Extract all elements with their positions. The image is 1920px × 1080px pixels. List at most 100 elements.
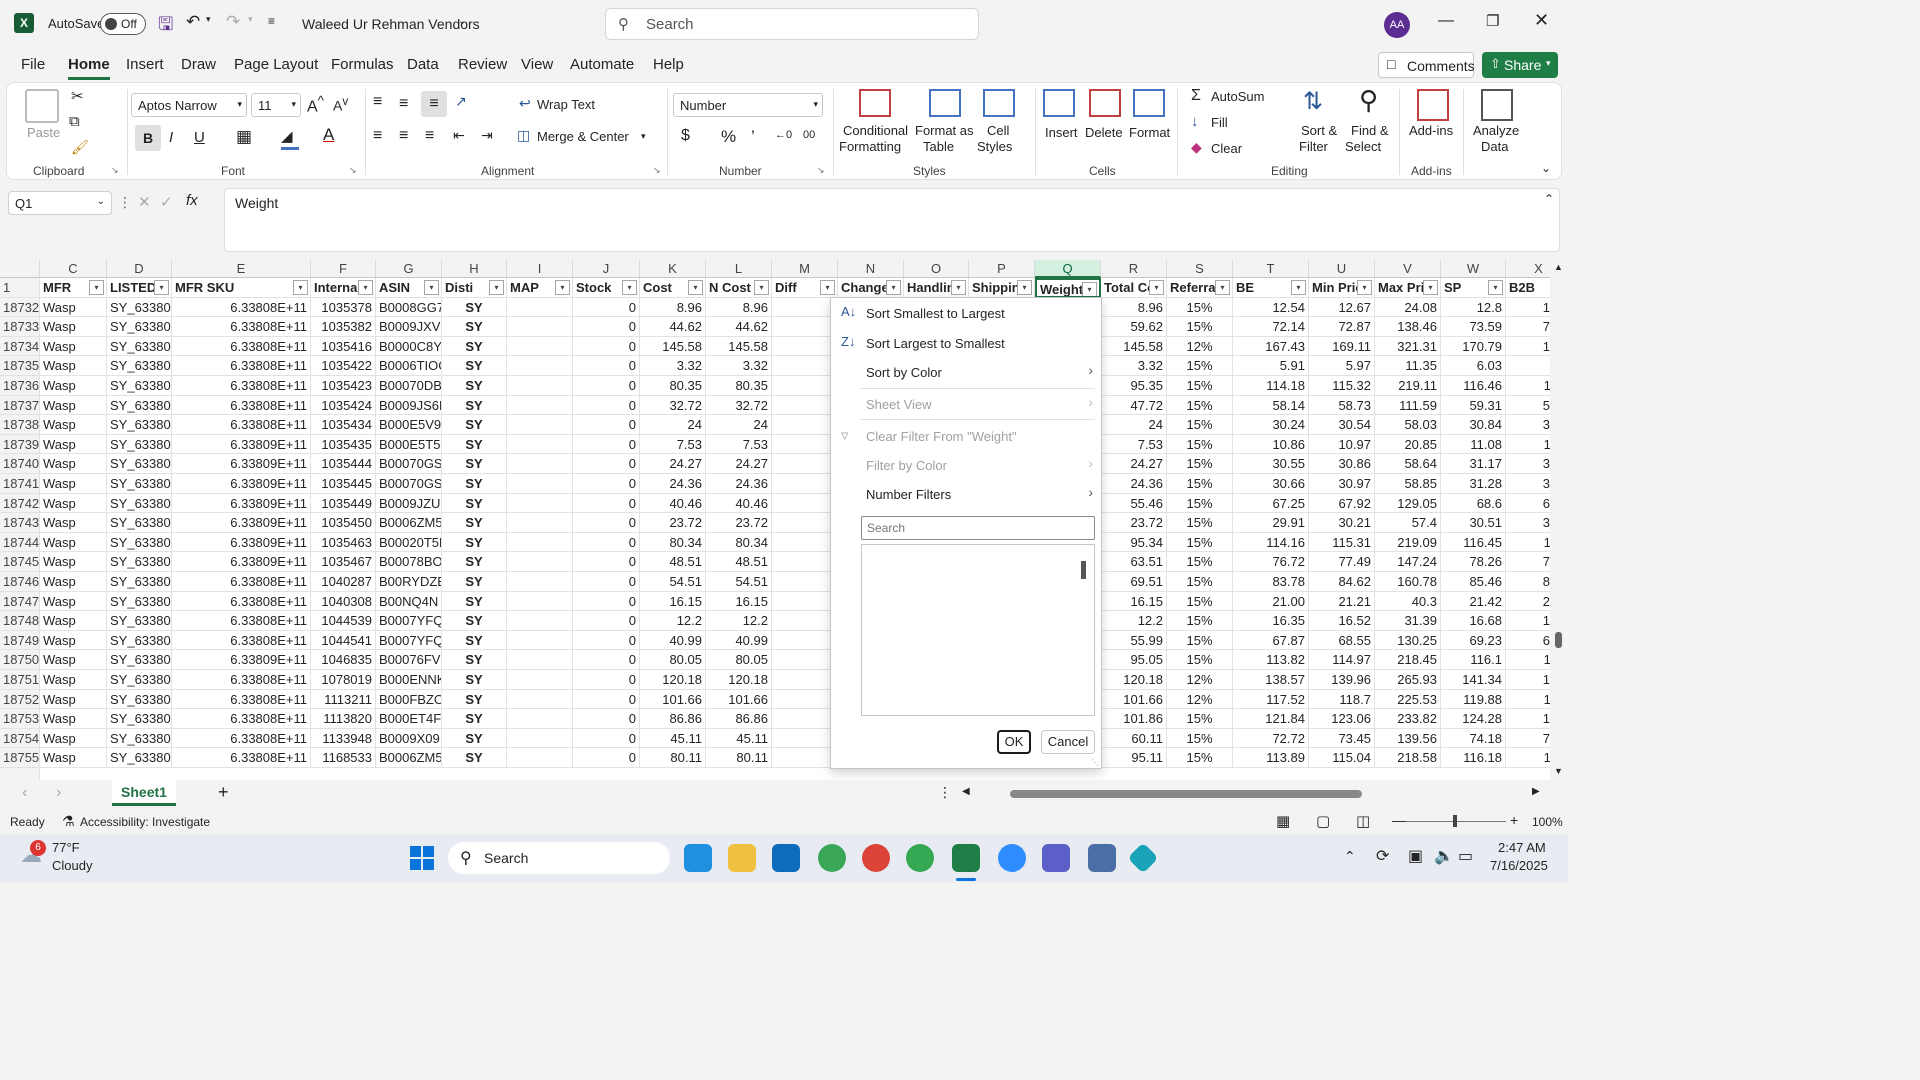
tab-data[interactable]: Data	[407, 56, 439, 73]
table-cell[interactable]: 16.6	[1506, 611, 1550, 631]
table-cell[interactable]: 0	[573, 513, 640, 533]
row-header[interactable]: 18735	[0, 356, 40, 376]
next-sheet-icon[interactable]: ›	[56, 784, 61, 802]
format-cells-button[interactable]: Format	[1129, 125, 1170, 140]
table-cell[interactable]: 6.33808E+11	[172, 611, 311, 631]
column-header-J[interactable]: J	[573, 260, 640, 278]
close-icon[interactable]: ✕	[1534, 10, 1549, 31]
filter-header-cell[interactable]: Cost ▾	[640, 278, 706, 298]
filter-dropdown-icon[interactable]: ▾	[1149, 280, 1164, 295]
table-cell[interactable]	[772, 356, 838, 376]
chrome-alt-icon[interactable]	[906, 844, 934, 872]
edge-icon[interactable]	[684, 844, 712, 872]
table-cell[interactable]: B0008GG7	[376, 297, 442, 318]
table-cell[interactable]: 114.18	[1233, 376, 1309, 396]
table-cell[interactable]: 15%	[1167, 572, 1233, 592]
align-middle-icon[interactable]: ≡	[399, 95, 408, 113]
table-cell[interactable]: 30.97	[1309, 474, 1375, 494]
row-header[interactable]: 18750	[0, 650, 40, 670]
page-break-view-icon[interactable]: ◫	[1356, 812, 1370, 830]
row-header[interactable]: 18748	[0, 611, 40, 631]
confirm-entry-icon[interactable]: ✓	[160, 193, 173, 211]
row-header[interactable]: 18743	[0, 513, 40, 533]
table-cell[interactable]: 145.58	[1101, 336, 1167, 357]
table-cell[interactable]: 74.1	[1506, 729, 1550, 749]
select-all-corner[interactable]	[0, 260, 40, 278]
table-cell[interactable]: Wasp	[40, 434, 107, 455]
table-cell[interactable]: 116.1	[1441, 650, 1506, 670]
comma-icon[interactable]: ’	[751, 127, 755, 147]
table-cell[interactable]	[772, 297, 838, 318]
table-cell[interactable]: 31.39	[1375, 611, 1441, 631]
table-cell[interactable]: B00070GS	[376, 454, 442, 474]
table-cell[interactable]	[507, 513, 573, 533]
table-cell[interactable]: 6.33808E+11	[172, 356, 311, 376]
table-cell[interactable]: 6.33809E+11	[172, 454, 311, 474]
table-cell[interactable]: 6.33808E+11	[172, 709, 311, 729]
table-cell[interactable]: 1078019	[311, 670, 376, 690]
table-cell[interactable]: 12.8	[1506, 298, 1550, 318]
borders-icon[interactable]: ▦	[236, 127, 252, 147]
table-cell[interactable]: 7.53	[640, 434, 706, 455]
table-cell[interactable]: 1035382	[311, 317, 376, 337]
table-cell[interactable]: 55.46	[1101, 493, 1167, 514]
table-cell[interactable]: 0	[573, 395, 640, 416]
table-cell[interactable]: B0006ZM5	[376, 748, 442, 768]
copy-icon[interactable]: ⧉	[69, 113, 80, 130]
column-header-T[interactable]: T	[1233, 260, 1309, 278]
ok-button[interactable]: OK	[997, 730, 1031, 754]
table-cell[interactable]: 6.33808E+11	[172, 748, 311, 768]
table-cell[interactable]	[507, 650, 573, 670]
table-cell[interactable]: B00078BO	[376, 552, 442, 572]
table-cell[interactable]: SY	[442, 454, 507, 474]
table-cell[interactable]: SY	[442, 336, 507, 357]
table-cell[interactable]: 80.05	[640, 650, 706, 670]
table-cell[interactable]: 1035449	[311, 493, 376, 514]
table-cell[interactable]: 1035424	[311, 395, 376, 416]
table-cell[interactable]: 0	[573, 650, 640, 670]
table-cell[interactable]: SY	[442, 650, 507, 670]
table-cell[interactable]: 114.16	[1233, 532, 1309, 553]
table-cell[interactable]: 40.99	[640, 630, 706, 651]
table-cell[interactable]: 40.3	[1375, 591, 1441, 612]
table-cell[interactable]: 67.25	[1233, 493, 1309, 514]
column-header-U[interactable]: U	[1309, 260, 1375, 278]
shrink-font-icon[interactable]: Av	[333, 95, 348, 114]
table-cell[interactable]: 24	[1101, 415, 1167, 435]
table-cell[interactable]: 31.2	[1506, 474, 1550, 494]
table-cell[interactable]: 12.2	[706, 611, 772, 631]
table-cell[interactable]: SY	[442, 415, 507, 435]
grow-font-icon[interactable]: A^	[307, 93, 324, 116]
table-cell[interactable]	[772, 474, 838, 494]
table-cell[interactable]: 116.	[1506, 650, 1550, 670]
row-header[interactable]	[0, 768, 40, 780]
cell-styles-button[interactable]: Cell	[987, 123, 1009, 138]
table-cell[interactable]: Wasp	[40, 689, 107, 710]
row-header[interactable]: 18734	[0, 336, 40, 357]
filter-dropdown-icon[interactable]: ▾	[622, 280, 637, 295]
filter-dropdown-icon[interactable]: ▾	[358, 280, 373, 295]
font-color-icon[interactable]: A	[323, 125, 334, 145]
table-cell[interactable]	[507, 748, 573, 768]
table-cell[interactable]: 31.17	[1441, 454, 1506, 474]
clear-button[interactable]: Clear	[1211, 141, 1242, 156]
table-cell[interactable]: 15%	[1167, 415, 1233, 435]
table-cell[interactable]: 24.27	[706, 454, 772, 474]
zoom-app-icon[interactable]	[998, 844, 1026, 872]
volume-icon[interactable]: 🔈	[1434, 846, 1454, 866]
table-cell[interactable]: 16.35	[1233, 611, 1309, 631]
table-cell[interactable]	[507, 611, 573, 631]
table-cell[interactable]: 218.45	[1375, 650, 1441, 670]
table-cell[interactable]: 30.24	[1233, 415, 1309, 435]
table-cell[interactable]: 24.27	[1101, 454, 1167, 474]
add-sheet-icon[interactable]: +	[218, 782, 229, 803]
conditional-formatting-button[interactable]: Conditional	[843, 123, 908, 138]
clipboard-launcher-icon[interactable]: ↘	[111, 165, 119, 176]
table-cell[interactable]: 1133948	[311, 728, 376, 749]
table-cell[interactable]: 116.46	[1441, 376, 1506, 396]
vertical-scrollbar[interactable]: ▲ ▼	[1550, 260, 1568, 780]
table-cell[interactable]: 0	[573, 709, 640, 729]
table-cell[interactable]: 15%	[1167, 395, 1233, 416]
table-cell[interactable]: 73.59	[1441, 317, 1506, 337]
filter-search-input[interactable]: Search	[861, 516, 1095, 540]
